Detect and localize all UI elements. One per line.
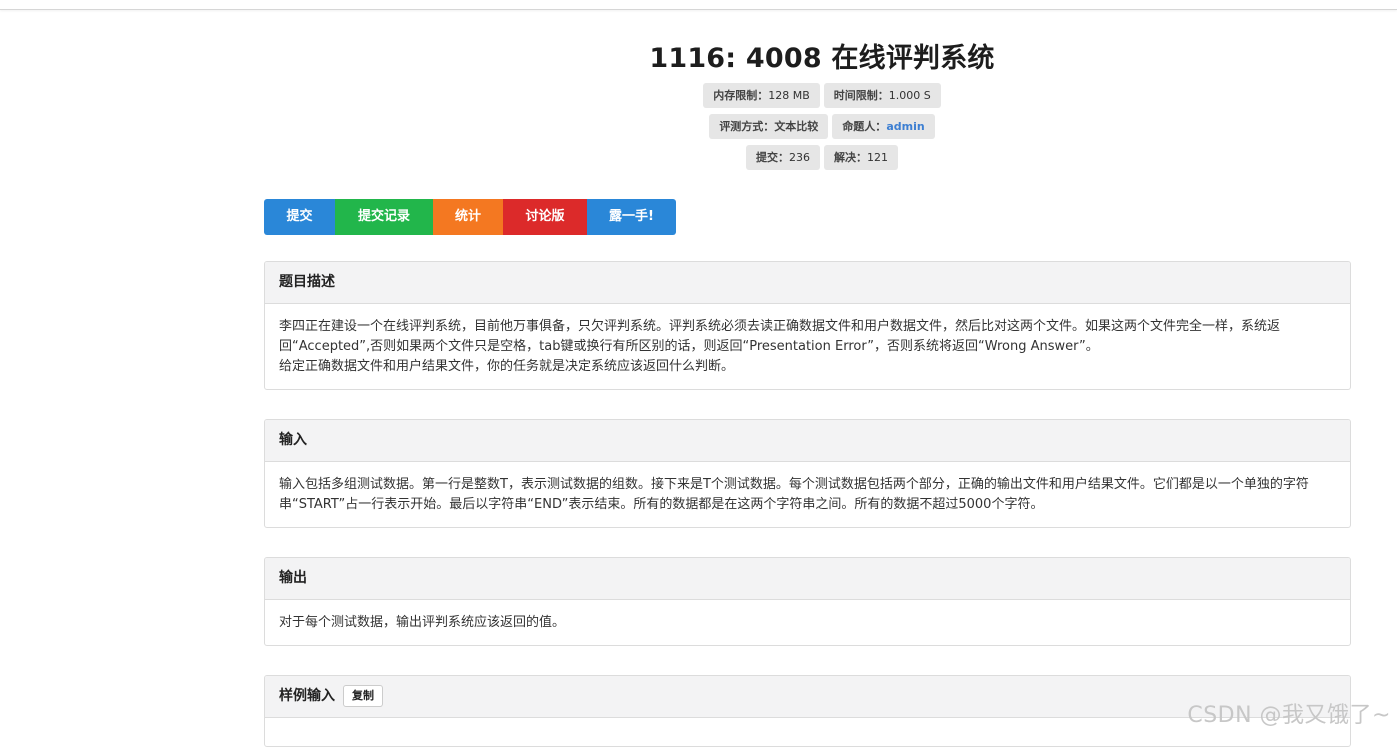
submit-button[interactable]: 提交	[264, 199, 335, 235]
input-body: 输入包括多组测试数据。第一行是整数T，表示测试数据的组数。接下来是T个测试数据。…	[279, 477, 1309, 512]
judge-method-label: 评测方式：	[719, 120, 775, 133]
top-navbar	[0, 0, 1397, 10]
submission-records-button[interactable]: 提交记录	[335, 199, 433, 235]
submit-count-value: 236	[789, 151, 810, 164]
page-title: 1116: 4008 在线评判系统	[649, 43, 995, 74]
author-link[interactable]: admin	[886, 120, 924, 133]
author-badge: 命题人：admin	[832, 114, 935, 139]
submit-count-badge: 提交：236	[746, 145, 820, 170]
csdn-watermark: CSDN @我又饿了~	[1187, 703, 1391, 728]
show-off-button[interactable]: 露一手!	[587, 199, 676, 235]
description-text-2: 给定正确数据文件和用户结果文件，你的任务就是决定系统应该返回什么判断。	[279, 359, 735, 374]
statistics-button[interactable]: 统计	[433, 199, 503, 235]
judge-row: 评测方式：文本比较 命题人：admin	[600, 114, 1044, 139]
action-button-group: 提交 提交记录 统计 讨论版 露一手!	[264, 199, 676, 235]
input-heading: 输入	[265, 420, 1350, 462]
submit-count-label: 提交：	[756, 151, 789, 164]
time-limit-value: 1.000 S	[888, 89, 931, 102]
author-label: 命题人：	[842, 120, 887, 133]
limits-row: 内存限制：128 MB 时间限制：1.000 S	[600, 83, 1044, 108]
description-heading: 题目描述	[265, 262, 1350, 304]
description-text: 李四正在建设一个在线评判系统，目前他万事俱备，只欠评判系统。评判系统必须去读正确…	[279, 319, 1281, 354]
description-body: 李四正在建设一个在线评判系统，目前他万事俱备，只欠评判系统。评判系统必须去读正确…	[265, 304, 1350, 389]
output-panel: 输出 对于每个测试数据，输出评判系统应该返回的值。	[264, 557, 1351, 646]
memory-limit-value: 128 MB	[768, 89, 810, 102]
solved-count-label: 解决：	[834, 151, 867, 164]
copy-button[interactable]: 复制	[343, 685, 383, 707]
output-body: 对于每个测试数据，输出评判系统应该返回的值。	[279, 615, 566, 630]
output-heading: 输出	[265, 558, 1350, 600]
input-panel: 输入 输入包括多组测试数据。第一行是整数T，表示测试数据的组数。接下来是T个测试…	[264, 419, 1351, 528]
time-limit-badge: 时间限制：1.000 S	[823, 83, 941, 108]
stats-row: 提交：236 解决：121	[600, 145, 1044, 170]
solved-count-badge: 解决：121	[824, 145, 898, 170]
judge-method-badge: 评测方式：文本比较	[709, 114, 829, 139]
time-limit-label: 时间限制：	[833, 89, 889, 102]
discussion-button[interactable]: 讨论版	[503, 199, 587, 235]
memory-limit-badge: 内存限制：128 MB	[703, 83, 820, 108]
description-panel: 题目描述 李四正在建设一个在线评判系统，目前他万事俱备，只欠评判系统。评判系统必…	[264, 261, 1351, 390]
memory-limit-label: 内存限制：	[713, 89, 769, 102]
judge-method-value: 文本比较	[774, 120, 819, 133]
solved-count-value: 121	[867, 151, 888, 164]
sample-input-heading: 样例输入	[279, 688, 335, 704]
